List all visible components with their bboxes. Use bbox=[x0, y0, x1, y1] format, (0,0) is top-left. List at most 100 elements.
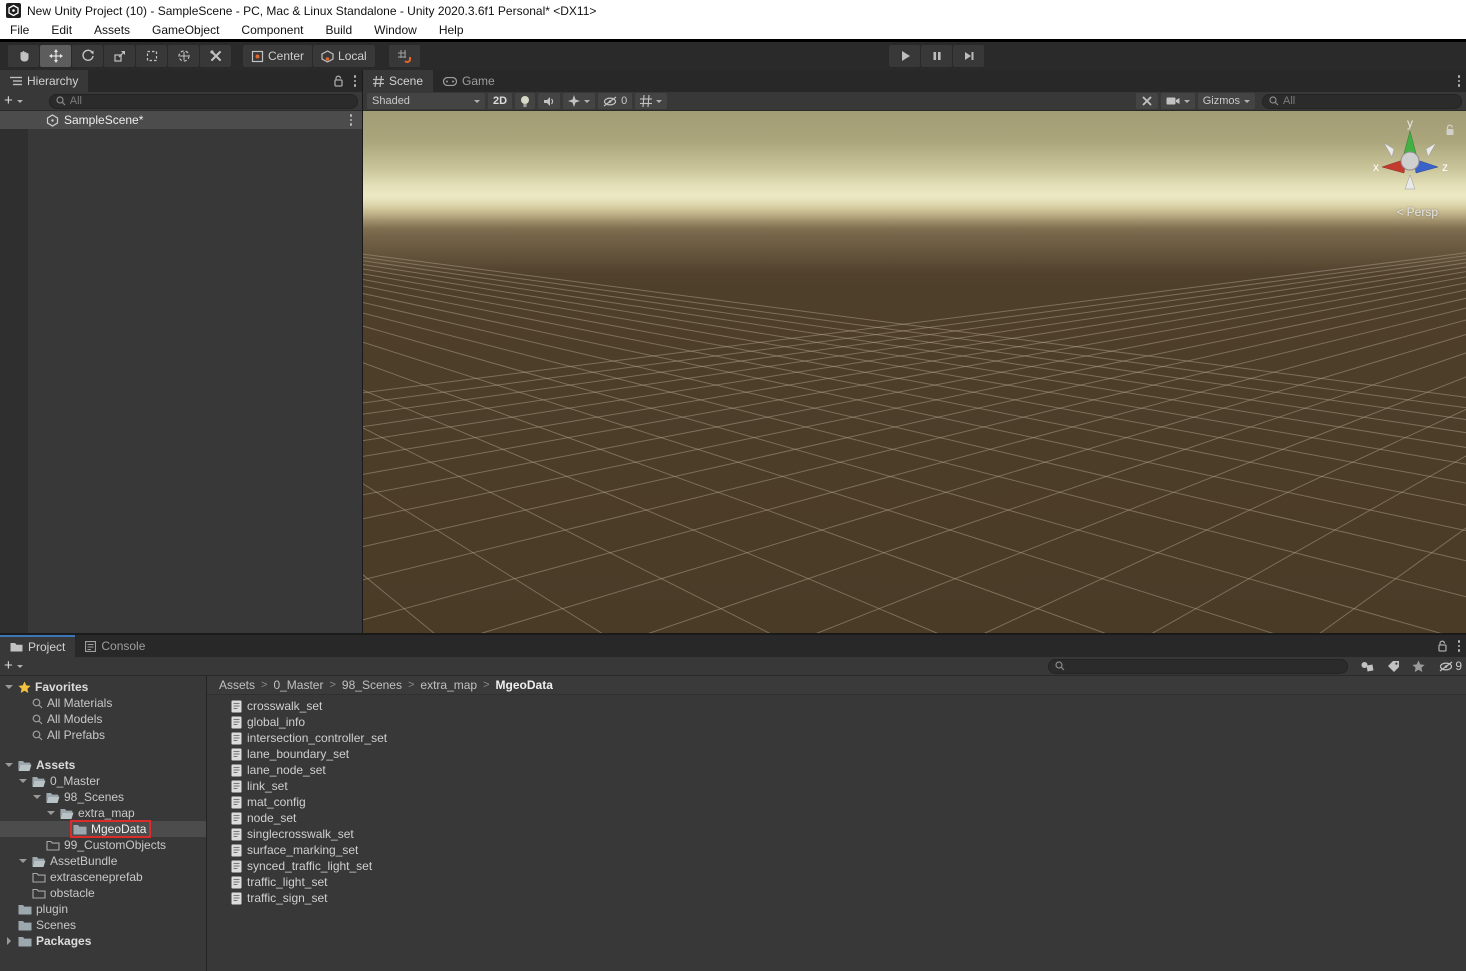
tree-item-plugin[interactable]: plugin bbox=[0, 901, 206, 917]
tree-item-packages[interactable]: Packages bbox=[0, 933, 206, 949]
foldout-icon[interactable] bbox=[4, 937, 14, 945]
tab-scene[interactable]: Scene bbox=[363, 70, 433, 92]
camera-dropdown-icon[interactable] bbox=[1184, 100, 1190, 106]
projection-toggle[interactable]: < Persp bbox=[1397, 205, 1438, 219]
menu-build[interactable]: Build bbox=[325, 23, 352, 37]
foldout-icon[interactable] bbox=[18, 775, 28, 787]
foldout-icon[interactable] bbox=[46, 807, 56, 819]
pause-button[interactable] bbox=[921, 45, 952, 67]
scale-tool-button[interactable] bbox=[104, 45, 135, 67]
foldout-icon[interactable] bbox=[32, 791, 42, 803]
project-menu-kebab-icon[interactable] bbox=[1456, 638, 1463, 654]
hierarchy-search-input[interactable] bbox=[70, 95, 351, 107]
menu-assets[interactable]: Assets bbox=[94, 23, 130, 37]
tree-item-assetbundle[interactable]: AssetBundle bbox=[0, 853, 206, 869]
file-list[interactable]: crosswalk_setglobal_infointersection_con… bbox=[207, 695, 1466, 971]
favorites-star-icon[interactable] bbox=[1412, 660, 1425, 673]
scene-orientation-gizmo[interactable]: y x z bbox=[1368, 117, 1452, 201]
file-row[interactable]: link_set bbox=[207, 778, 1466, 794]
shading-mode-dropdown[interactable]: Shaded bbox=[367, 93, 485, 109]
search-by-label-icon[interactable] bbox=[1387, 660, 1400, 673]
project-search-input[interactable] bbox=[1069, 660, 1341, 672]
tree-item-0-master[interactable]: 0_Master bbox=[0, 773, 206, 789]
file-row[interactable]: synced_traffic_light_set bbox=[207, 858, 1466, 874]
file-row[interactable]: lane_node_set bbox=[207, 762, 1466, 778]
menu-component[interactable]: Component bbox=[241, 23, 303, 37]
scene-audio-toggle[interactable] bbox=[538, 93, 560, 109]
menu-edit[interactable]: Edit bbox=[51, 23, 72, 37]
breadcrumb-assets[interactable]: Assets bbox=[219, 678, 255, 692]
tree-item-scenes[interactable]: Scenes bbox=[0, 917, 206, 933]
hidden-packages-button[interactable]: 9 bbox=[1439, 659, 1462, 673]
gizmo-lock-icon[interactable] bbox=[1444, 124, 1456, 137]
pivot-toggle-button[interactable]: Center bbox=[243, 45, 312, 67]
play-button[interactable] bbox=[889, 45, 920, 67]
scene-search-field[interactable] bbox=[1262, 94, 1462, 109]
file-row[interactable]: traffic_sign_set bbox=[207, 890, 1466, 906]
grid-visibility-button[interactable] bbox=[635, 93, 667, 109]
menu-window[interactable]: Window bbox=[374, 23, 417, 37]
breadcrumb-0-master[interactable]: 0_Master bbox=[273, 678, 323, 692]
tree-item-98-scenes[interactable]: 98_Scenes bbox=[0, 789, 206, 805]
lock-icon[interactable] bbox=[333, 75, 344, 87]
file-row[interactable]: singlecrosswalk_set bbox=[207, 826, 1466, 842]
hidden-objects-button[interactable]: 0 bbox=[598, 93, 632, 109]
menu-file[interactable]: File bbox=[10, 23, 29, 37]
scene-viewport[interactable]: y x z < Persp bbox=[363, 111, 1466, 633]
file-row[interactable]: intersection_controller_set bbox=[207, 730, 1466, 746]
tab-game[interactable]: Game bbox=[433, 70, 505, 92]
hierarchy-menu-kebab-icon[interactable] bbox=[352, 73, 359, 89]
scene-camera-settings-button[interactable] bbox=[1161, 93, 1195, 109]
pan-tool-button[interactable] bbox=[8, 45, 39, 67]
file-row[interactable]: lane_boundary_set bbox=[207, 746, 1466, 762]
scene-menu-kebab-icon[interactable] bbox=[1456, 73, 1463, 89]
gizmos-dropdown[interactable]: Gizmos bbox=[1198, 93, 1255, 109]
tree-item-all-prefabs[interactable]: All Prefabs bbox=[0, 727, 206, 743]
tree-item-mgeodata[interactable]: MgeoData bbox=[0, 821, 206, 837]
create-dropdown-icon[interactable] bbox=[17, 100, 23, 106]
orientation-toggle-button[interactable]: Local bbox=[313, 45, 375, 67]
project-create-dropdown-icon[interactable] bbox=[17, 665, 23, 671]
tree-item-obstacle[interactable]: obstacle bbox=[0, 885, 206, 901]
scene-lighting-toggle[interactable] bbox=[515, 93, 535, 109]
tab-project[interactable]: Project bbox=[0, 635, 75, 657]
scene-camera-tools-button[interactable] bbox=[1136, 93, 1158, 109]
rotate-tool-button[interactable] bbox=[72, 45, 103, 67]
grid-snapping-button[interactable] bbox=[389, 45, 420, 67]
tree-item-extrasceneprefab[interactable]: extrasceneprefab bbox=[0, 869, 206, 885]
foldout-icon[interactable] bbox=[4, 681, 14, 693]
tree-item-favorites[interactable]: Favorites bbox=[0, 679, 206, 695]
scene-row-kebab-icon[interactable] bbox=[348, 112, 355, 128]
foldout-icon[interactable] bbox=[4, 759, 14, 771]
rect-tool-button[interactable] bbox=[136, 45, 167, 67]
tree-item-all-models[interactable]: All Models bbox=[0, 711, 206, 727]
custom-tools-button[interactable] bbox=[200, 45, 231, 67]
breadcrumb-98-scenes[interactable]: 98_Scenes bbox=[342, 678, 402, 692]
foldout-icon[interactable] bbox=[18, 855, 28, 867]
hierarchy-body[interactable] bbox=[0, 129, 362, 633]
file-row[interactable]: node_set bbox=[207, 810, 1466, 826]
breadcrumb-extra-map[interactable]: extra_map bbox=[420, 678, 477, 692]
breadcrumb-mgeodata[interactable]: MgeoData bbox=[496, 678, 553, 692]
scene-search-input[interactable] bbox=[1283, 95, 1455, 107]
project-search-field[interactable] bbox=[1048, 659, 1348, 674]
hierarchy-search-field[interactable] bbox=[49, 94, 358, 109]
move-tool-button[interactable] bbox=[40, 45, 71, 67]
file-row[interactable]: traffic_light_set bbox=[207, 874, 1466, 890]
project-create-button[interactable]: + bbox=[4, 661, 13, 671]
step-button[interactable] bbox=[953, 45, 984, 67]
search-by-type-icon[interactable] bbox=[1360, 660, 1375, 673]
file-row[interactable]: mat_config bbox=[207, 794, 1466, 810]
transform-tool-button[interactable] bbox=[168, 45, 199, 67]
tree-item-extra-map[interactable]: extra_map bbox=[0, 805, 206, 821]
grid-dropdown-icon[interactable] bbox=[656, 100, 662, 106]
file-row[interactable]: global_info bbox=[207, 714, 1466, 730]
hierarchy-scene-row[interactable]: SampleScene* bbox=[0, 111, 362, 129]
effects-dropdown-icon[interactable] bbox=[584, 100, 590, 106]
menu-gameobject[interactable]: GameObject bbox=[152, 23, 219, 37]
file-row[interactable]: crosswalk_set bbox=[207, 698, 1466, 714]
tree-item-assets[interactable]: Assets bbox=[0, 757, 206, 773]
lock-icon[interactable] bbox=[1437, 640, 1448, 652]
tree-item-99-customobjects[interactable]: 99_CustomObjects bbox=[0, 837, 206, 853]
create-button[interactable]: + bbox=[4, 96, 13, 106]
